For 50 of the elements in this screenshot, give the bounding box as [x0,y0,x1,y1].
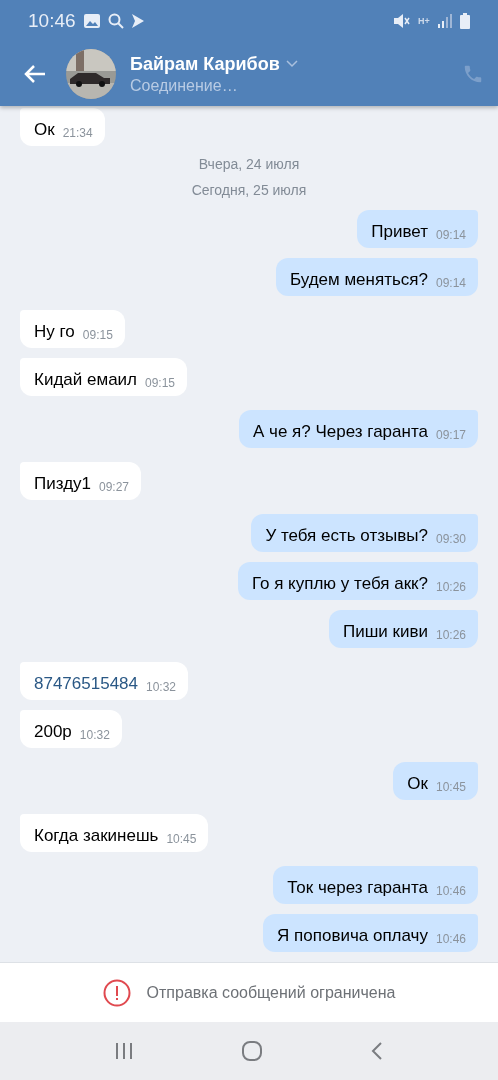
message-time: 10:32 [79,728,110,742]
message-text: Ок [407,774,428,794]
message-text: Ток через гаранта [287,878,428,898]
contact-name[interactable]: Байрам Карибов [130,53,280,75]
message-text: 200р [34,722,72,742]
message-time: 09:14 [435,228,466,242]
message-time: 09:30 [435,532,466,546]
message-text: Кидай емаил [34,370,137,390]
recent-apps-icon[interactable] [113,1042,134,1060]
message-text: Привет [371,222,428,242]
message-text: А че я? Через гаранта [253,422,428,442]
phone-link[interactable]: 87476515484 [34,674,138,694]
chevron-down-icon[interactable] [285,60,298,68]
message-time: 10:46 [435,884,466,898]
message-time: 10:26 [435,628,466,642]
message-text: Я поповича оплачу [277,926,428,946]
message-time: 09:27 [99,480,130,494]
message-time: 10:46 [435,932,466,946]
warning-icon [102,978,131,1007]
message-time: 09:15 [82,328,113,342]
message-text: Пиши киви [342,622,428,642]
message-text: Когда закинешь [34,826,159,846]
message-text: Ок [34,120,55,140]
network-type: H+ [418,16,430,26]
search-icon [107,13,124,29]
restriction-notice: Отправка сообщений ограничена [146,983,396,1002]
status-time: 10:46 [28,10,76,32]
message-text: Будем меняться? [289,270,428,290]
message-time: 21:34 [62,126,93,140]
message-time: 10:26 [435,580,466,594]
back-icon[interactable] [370,1041,385,1061]
message-text: Го я куплю у тебя акк? [251,574,428,594]
home-icon[interactable] [241,1040,263,1062]
image-icon [83,14,100,28]
date-separator: Вчера, 24 июля [198,156,300,172]
signal-icon [438,14,452,28]
message-text: Пизду1 [34,474,91,494]
mute-icon [394,14,410,28]
message-time: 10:32 [146,680,177,694]
date-separator: Сегодня, 25 июля [191,182,307,198]
connection-status: Соединение… [130,76,239,95]
message-time: 10:45 [435,780,466,794]
message-time: 09:15 [145,376,176,390]
message-time: 09:17 [435,428,466,442]
message-text: Ну го [34,322,75,342]
message-time: 10:45 [166,832,197,846]
battery-icon [460,13,470,29]
message-text: У тебя есть отзывы? [265,526,428,546]
message-time: 09:14 [435,276,466,290]
play-icon [131,14,144,28]
